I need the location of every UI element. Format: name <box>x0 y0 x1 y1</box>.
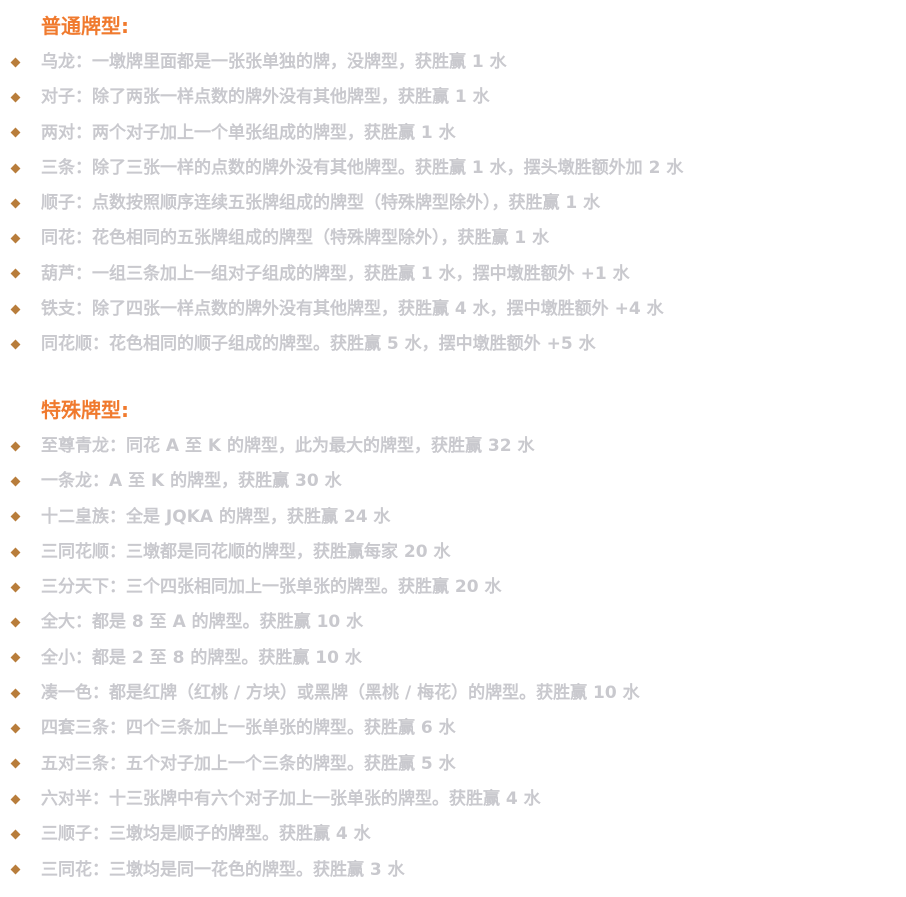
rule-text: 凑一色：都是红牌（红桃 / 方块）或黑牌（黑桃 / 梅花）的牌型。获胜赢 10 … <box>41 683 640 704</box>
list-item: 葫芦：一组三条加上一组对子组成的牌型，获胜赢 1 水，摆中墩胜额外 +1 水 <box>0 257 683 292</box>
diamond-bullet-icon <box>10 864 21 875</box>
diamond-bullet-icon <box>10 688 21 699</box>
diamond-bullet-icon <box>10 829 21 840</box>
list-item: 全大：都是 8 至 A 的牌型。获胜赢 10 水 <box>0 605 640 640</box>
list-item: 三分天下：三个四张相同加上一张单张的牌型。获胜赢 20 水 <box>0 570 640 605</box>
diamond-bullet-icon <box>10 92 21 103</box>
diamond-bullet-icon <box>10 547 21 557</box>
rule-text: 三条：除了三张一样的点数的牌外没有其他牌型。获胜赢 1 水，摆头墩胜额外加 2 … <box>41 157 684 178</box>
list-item: 三同花：三墩均是同一花色的牌型。获胜赢 3 水 <box>0 853 640 888</box>
list-item: 十二皇族：全是 JQKA 的牌型，获胜赢 24 水 <box>0 500 640 535</box>
rule-text: 乌龙：一墩牌里面都是一张张单独的牌，没牌型，获胜赢 1 水 <box>41 52 507 72</box>
rule-text: 四套三条：四个三条加上一张单张的牌型。获胜赢 6 水 <box>41 718 456 739</box>
list-item: 一条龙：A 至 K 的牌型，获胜赢 30 水 <box>0 464 640 499</box>
diamond-bullet-icon <box>10 233 21 244</box>
list-item: 顺子：点数按照顺序连续五张牌组成的牌型（特殊牌型除外），获胜赢 1 水 <box>0 186 683 221</box>
normal-hands-list: 乌龙：一墩牌里面都是一张张单独的牌，没牌型，获胜赢 1 水 对子：除了两张一样点… <box>0 45 683 363</box>
list-item: 五对三条：五个对子加上一个三条的牌型。获胜赢 5 水 <box>0 747 640 782</box>
diamond-bullet-icon <box>10 794 21 805</box>
list-item: 凑一色：都是红牌（红桃 / 方块）或黑牌（黑桃 / 梅花）的牌型。获胜赢 10 … <box>0 676 640 711</box>
diamond-bullet-icon <box>10 268 21 279</box>
rule-text: 全小：都是 2 至 8 的牌型。获胜赢 10 水 <box>41 647 362 668</box>
diamond-bullet-icon <box>10 127 21 138</box>
rule-text: 葫芦：一组三条加上一组对子组成的牌型，获胜赢 1 水，摆中墩胜额外 +1 水 <box>41 263 630 284</box>
diamond-bullet-icon <box>10 758 21 769</box>
list-item: 对子：除了两张一样点数的牌外没有其他牌型，获胜赢 1 水 <box>0 80 683 115</box>
diamond-bullet-icon <box>10 304 21 315</box>
list-item: 铁支：除了四张一样点数的牌外没有其他牌型，获胜赢 4 水，摆中墩胜额外 +4 水 <box>0 292 683 327</box>
list-item: 四套三条：四个三条加上一张单张的牌型。获胜赢 6 水 <box>0 711 640 746</box>
list-item: 三同花顺：三墩都是同花顺的牌型，获胜赢每家 20 水 <box>0 535 640 570</box>
rule-text: 三顺子：三墩均是顺子的牌型。获胜赢 4 水 <box>41 824 371 845</box>
diamond-bullet-icon <box>10 723 21 734</box>
normal-hands-title: 普通牌型: <box>41 14 129 38</box>
rule-text: 六对半：十三张牌中有六个对子加上一张单张的牌型。获胜赢 4 水 <box>41 788 541 809</box>
list-item: 全小：都是 2 至 8 的牌型。获胜赢 10 水 <box>0 641 640 676</box>
diamond-bullet-icon <box>10 198 21 209</box>
list-item: 同花：花色相同的五张牌组成的牌型（特殊牌型除外），获胜赢 1 水 <box>0 221 683 256</box>
rule-text: 对子：除了两张一样点数的牌外没有其他牌型，获胜赢 1 水 <box>41 87 490 108</box>
list-item: 三顺子：三墩均是顺子的牌型。获胜赢 4 水 <box>0 817 640 852</box>
diamond-bullet-icon <box>10 511 21 522</box>
list-item: 三条：除了三张一样的点数的牌外没有其他牌型。获胜赢 1 水，摆头墩胜额外加 2 … <box>0 151 683 186</box>
diamond-bullet-icon <box>10 441 21 452</box>
list-item: 同花顺：花色相同的顺子组成的牌型。获胜赢 5 水，摆中墩胜额外 +5 水 <box>0 327 683 362</box>
list-item: 乌龙：一墩牌里面都是一张张单独的牌，没牌型，获胜赢 1 水 <box>0 45 683 80</box>
rule-text: 五对三条：五个对子加上一个三条的牌型。获胜赢 5 水 <box>41 753 456 774</box>
rule-text: 一条龙：A 至 K 的牌型，获胜赢 30 水 <box>41 471 342 492</box>
diamond-bullet-icon <box>10 163 21 173</box>
rule-text: 三同花顺：三墩都是同花顺的牌型，获胜赢每家 20 水 <box>41 541 451 562</box>
rules-page: 普通牌型: 乌龙：一墩牌里面都是一张张单独的牌，没牌型，获胜赢 1 水 对子：除… <box>0 0 906 897</box>
list-item: 两对：两个对子加上一个单张组成的牌型，获胜赢 1 水 <box>0 116 683 151</box>
diamond-bullet-icon <box>10 339 21 350</box>
list-item: 至尊青龙：同花 A 至 K 的牌型，此为最大的牌型，获胜赢 32 水 <box>0 429 640 464</box>
rule-text: 两对：两个对子加上一个单张组成的牌型，获胜赢 1 水 <box>41 122 456 143</box>
diamond-bullet-icon <box>10 57 21 68</box>
diamond-bullet-icon <box>10 652 21 663</box>
diamond-bullet-icon <box>10 582 21 593</box>
list-item: 六对半：十三张牌中有六个对子加上一张单张的牌型。获胜赢 4 水 <box>0 782 640 817</box>
diamond-bullet-icon <box>10 476 21 487</box>
rule-text: 全大：都是 8 至 A 的牌型。获胜赢 10 水 <box>41 612 364 633</box>
rule-text: 至尊青龙：同花 A 至 K 的牌型，此为最大的牌型，获胜赢 32 水 <box>41 436 535 456</box>
rule-text: 十二皇族：全是 JQKA 的牌型，获胜赢 24 水 <box>41 506 391 527</box>
diamond-bullet-icon <box>10 617 21 628</box>
special-hands-title: 特殊牌型: <box>41 398 129 422</box>
rule-text: 顺子：点数按照顺序连续五张牌组成的牌型（特殊牌型除外），获胜赢 1 水 <box>41 193 601 214</box>
rule-text: 同花顺：花色相同的顺子组成的牌型。获胜赢 5 水，摆中墩胜额外 +5 水 <box>41 334 596 355</box>
special-hands-list: 至尊青龙：同花 A 至 K 的牌型，此为最大的牌型，获胜赢 32 水 一条龙：A… <box>0 429 640 888</box>
rule-text: 同花：花色相同的五张牌组成的牌型（特殊牌型除外），获胜赢 1 水 <box>41 228 550 249</box>
rule-text: 三同花：三墩均是同一花色的牌型。获胜赢 3 水 <box>41 859 405 880</box>
rule-text: 铁支：除了四张一样点数的牌外没有其他牌型，获胜赢 4 水，摆中墩胜额外 +4 水 <box>41 299 664 320</box>
rule-text: 三分天下：三个四张相同加上一张单张的牌型。获胜赢 20 水 <box>41 577 502 598</box>
